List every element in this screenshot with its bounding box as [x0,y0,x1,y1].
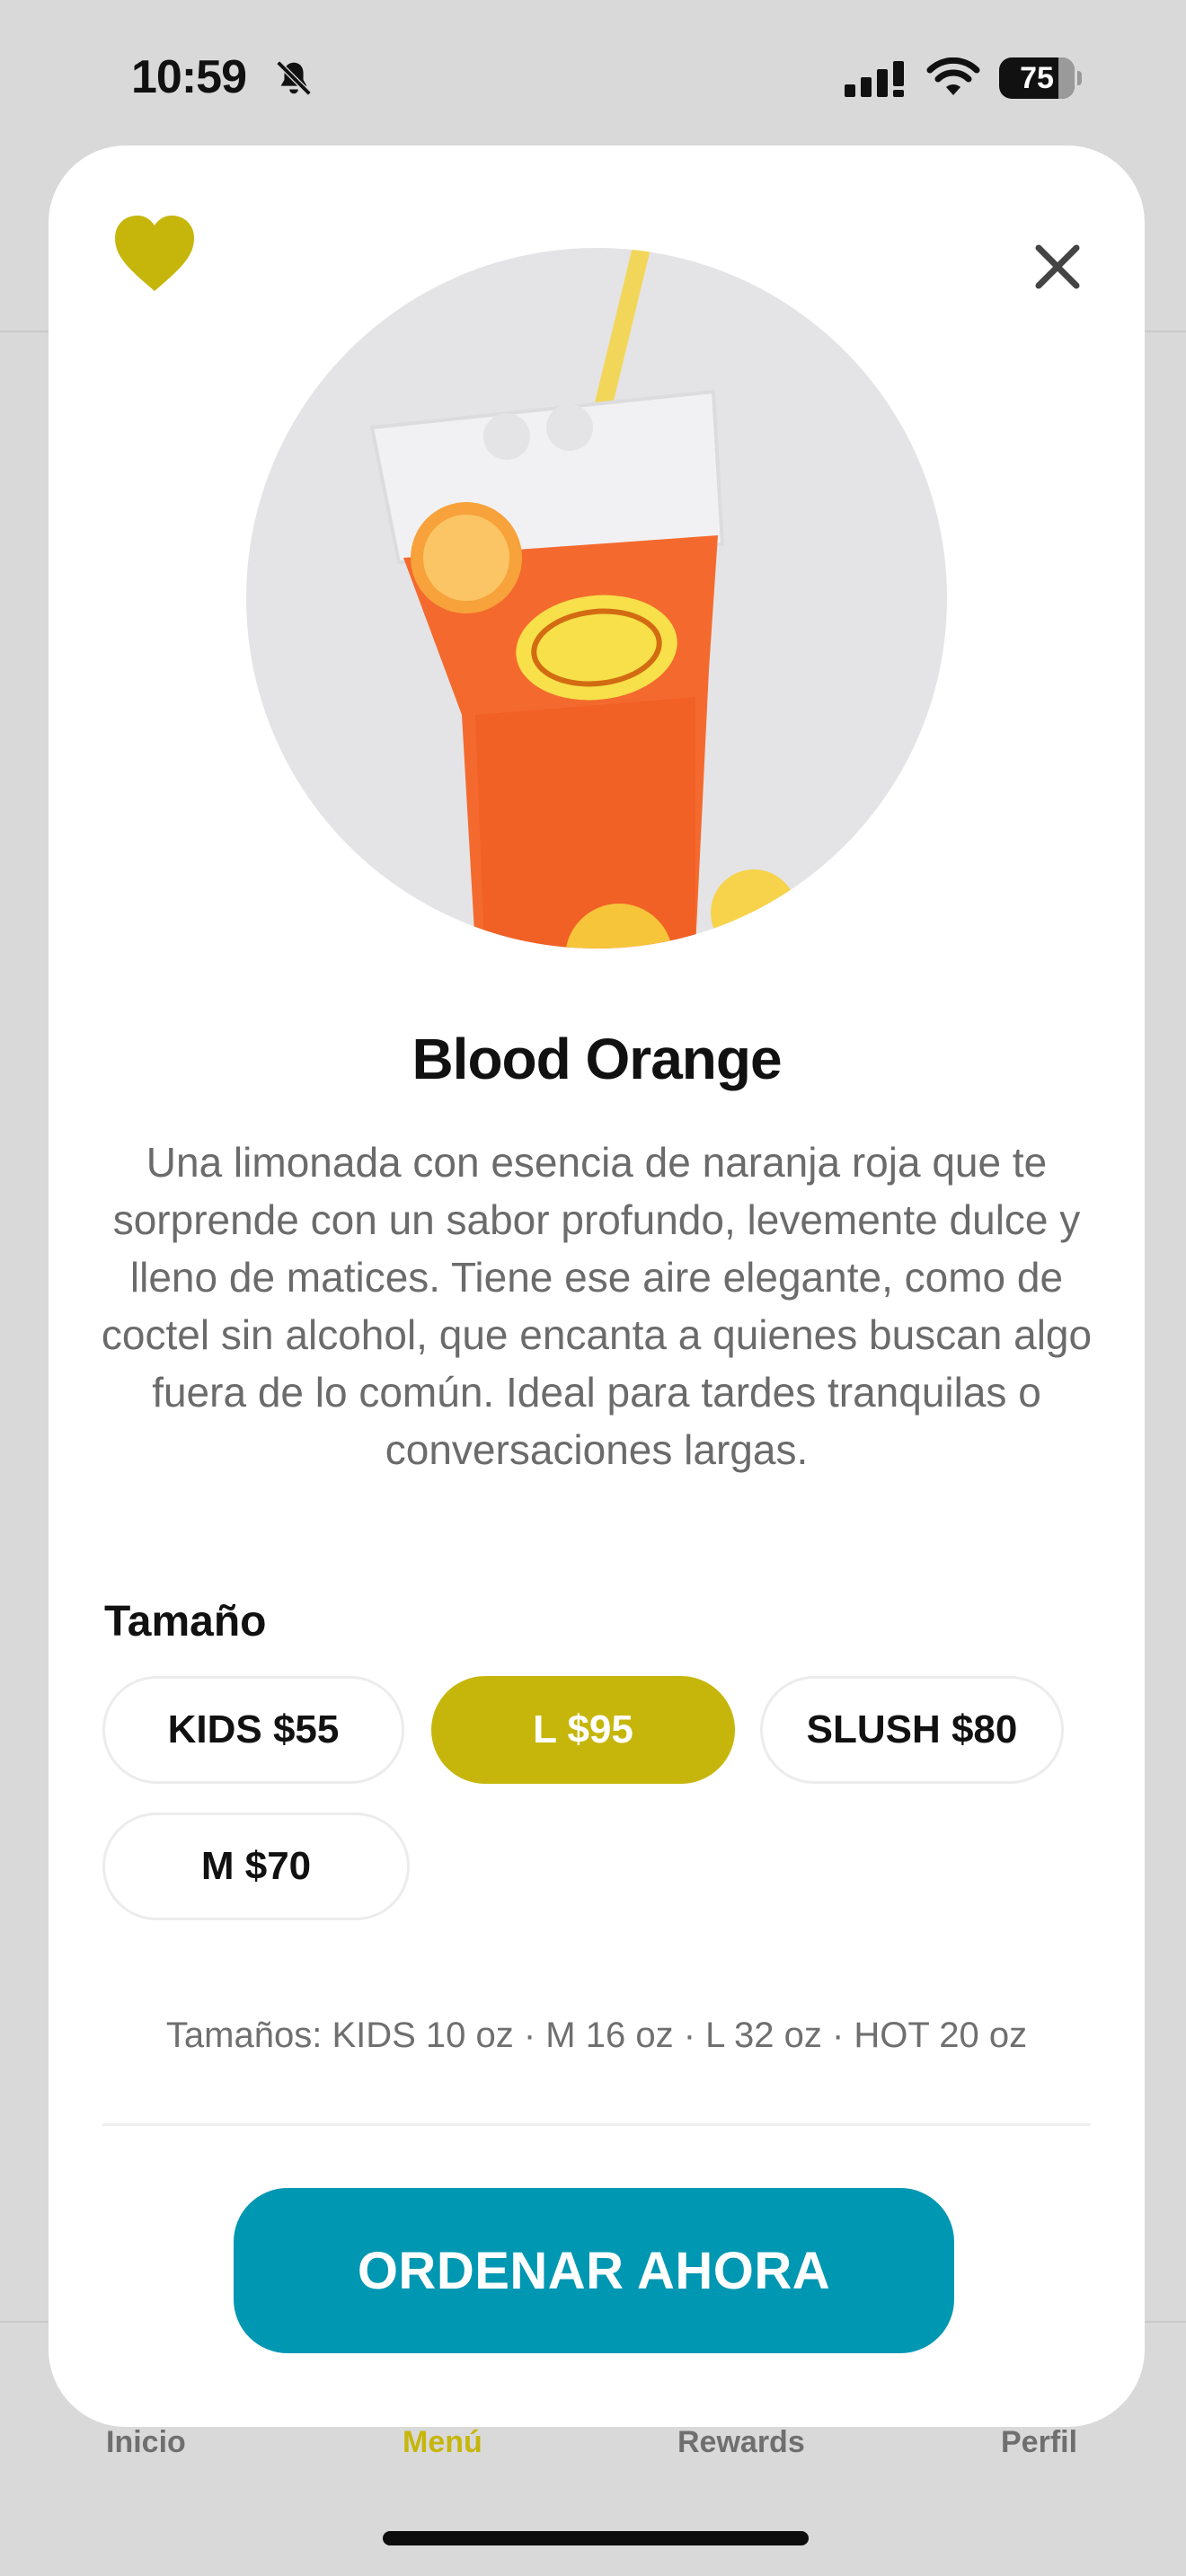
heart-icon[interactable] [111,214,198,295]
status-bar: 10:59 75 [0,0,1186,144]
tab-bar: Inicio Menú Rewards Perfil [0,2425,1186,2479]
close-icon[interactable] [1026,235,1089,298]
product-image [246,248,947,948]
battery-icon: 75 [999,57,1082,99]
wifi-icon [926,57,980,95]
sizes-info-note: Tamaños: KIDS 10 oz · M 16 oz · L 32 oz … [165,2016,1028,2055]
size-option-l[interactable]: L $95 [431,1676,735,1784]
size-section-label: Tamaño [104,1598,267,1645]
product-title: Blood Orange [412,1027,782,1091]
order-now-button[interactable]: ORDENAR AHORA [234,2188,954,2353]
tab-perfil[interactable]: Perfil [1001,2425,1077,2460]
cellular-signal-icon [845,61,904,97]
product-description: Una limonada con esencia de naranja roja… [101,1139,1093,1473]
home-indicator [383,2531,809,2545]
product-detail-modal: Blood Orange Una limonada con esencia de… [49,146,1145,2427]
tab-inicio[interactable]: Inicio [106,2425,186,2460]
battery-level: 75 [1020,61,1054,95]
status-time: 10:59 [131,51,247,103]
size-option-m[interactable]: M $70 [102,1813,410,1920]
divider [102,2123,1091,2126]
bell-slash-icon [276,60,312,96]
battery-empty-segment [1058,57,1075,99]
size-option-kids[interactable]: KIDS $55 [102,1676,404,1784]
drink-pouch-illustration [369,248,797,948]
tab-menu[interactable]: Menú [403,2425,482,2460]
size-option-slush[interactable]: SLUSH $80 [760,1676,1064,1784]
tab-rewards[interactable]: Rewards [677,2425,805,2460]
